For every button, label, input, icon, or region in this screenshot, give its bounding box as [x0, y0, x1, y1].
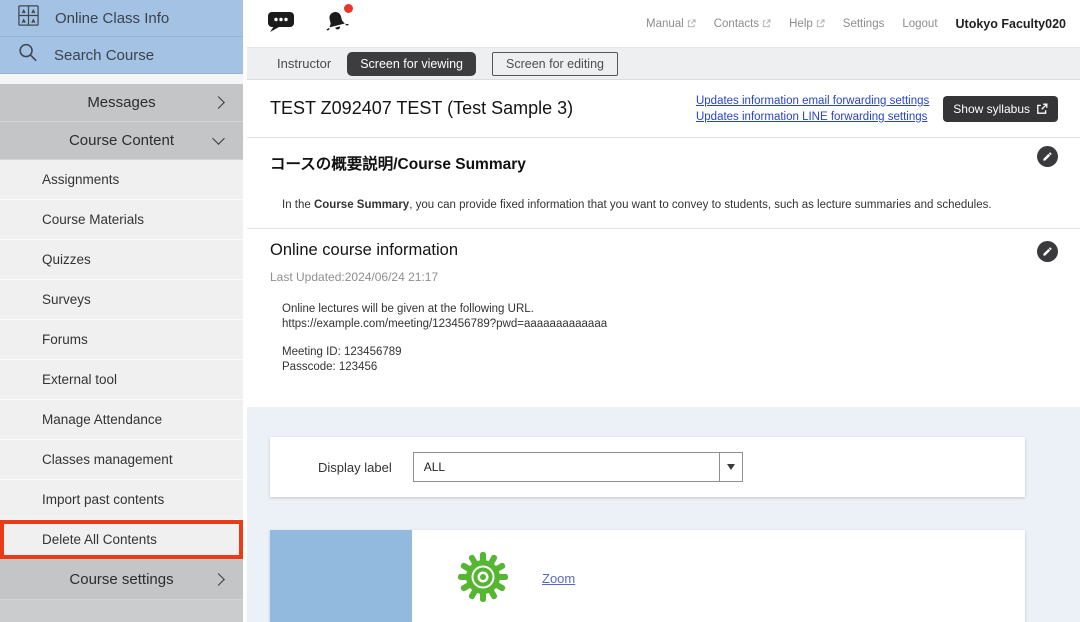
sidebar-item-quizzes[interactable]: Quizzes — [0, 240, 243, 280]
sidebar-item-label: Assignments — [42, 172, 119, 187]
timetable-icon — [16, 4, 41, 32]
zoom-link[interactable]: Zoom — [542, 571, 575, 586]
sidebar-item-label: Search Course — [54, 47, 154, 64]
user-name: Utokyo Faculty020 — [956, 17, 1066, 31]
nav-logout-link[interactable]: Logout — [902, 18, 937, 30]
passcode: Passcode: 123456 — [282, 360, 1052, 375]
sidebar-item-import-past-contents[interactable]: Import past contents — [0, 480, 243, 520]
display-label-select[interactable]: ALL — [413, 452, 743, 482]
sidebar-item-label: Import past contents — [42, 492, 164, 507]
meeting-id: Meeting ID: 123456789 — [282, 345, 1052, 360]
chevron-down-icon — [212, 132, 225, 145]
sidebar-item-course-settings[interactable]: Course settings — [0, 559, 243, 600]
show-syllabus-button[interactable]: Show syllabus — [943, 96, 1058, 122]
sidebar-item-label: External tool — [42, 372, 117, 387]
line-forwarding-settings-link[interactable]: Updates information LINE forwarding sett… — [696, 111, 929, 123]
screen-for-viewing-button[interactable]: Screen for viewing — [347, 52, 476, 76]
contents-list-area: Display label ALL — [247, 407, 1080, 622]
sidebar-item-course-content[interactable]: Course Content — [0, 122, 243, 160]
sidebar-item-label: Classes management — [42, 452, 173, 467]
external-link-icon — [687, 19, 696, 28]
search-icon — [16, 41, 40, 69]
info-line: Online lectures will be given at the fol… — [282, 302, 1052, 317]
external-link-icon — [816, 19, 825, 28]
sidebar-item-forums[interactable]: Forums — [0, 320, 243, 360]
top-header: Manual Contacts Help Settings Logout Uto… — [247, 0, 1080, 48]
pencil-icon — [1042, 246, 1053, 257]
meeting-url: https://example.com/meeting/123456789?pw… — [282, 317, 1052, 332]
sidebar-item-label: Course Materials — [42, 212, 144, 227]
course-title-row: TEST Z092407 TEST (Test Sample 3) Update… — [247, 80, 1080, 138]
online-course-info-heading: Online course information — [270, 241, 1052, 260]
online-course-info-section: Online course information Last Updated:2… — [247, 229, 1080, 406]
notification-bell-icon[interactable] — [323, 8, 350, 40]
sidebar-item-classes-management[interactable]: Classes management — [0, 440, 243, 480]
page-title: TEST Z092407 TEST (Test Sample 3) — [270, 98, 696, 119]
screen-for-editing-button[interactable]: Screen for editing — [492, 52, 618, 76]
sidebar-item-label: Messages — [87, 94, 155, 111]
sidebar-item-external-tool[interactable]: External tool — [0, 360, 243, 400]
sidebar-item-label: Online Class Info — [55, 10, 169, 27]
dropdown-arrow-button[interactable] — [719, 453, 742, 481]
sidebar-item-manage-attendance[interactable]: Manage Attendance — [0, 400, 243, 440]
pencil-icon — [1042, 151, 1053, 162]
edit-summary-button[interactable] — [1037, 146, 1058, 167]
sidebar-item-label: Manage Attendance — [42, 412, 162, 427]
sidebar-item-label: Course Content — [69, 132, 174, 149]
view-toolbar: Instructor Screen for viewing Screen for… — [247, 48, 1080, 80]
sidebar-footer — [0, 600, 243, 618]
sidebar-item-search-course[interactable]: Search Course — [0, 37, 243, 74]
online-course-info-body: Online lectures will be given at the fol… — [282, 302, 1052, 375]
sidebar-item-online-class-info[interactable]: Online Class Info — [0, 0, 243, 37]
show-syllabus-label: Show syllabus — [953, 102, 1030, 116]
sidebar-item-course-materials[interactable]: Course Materials — [0, 200, 243, 240]
chevron-right-icon — [212, 96, 225, 109]
nav-contacts-link[interactable]: Contacts — [714, 18, 771, 30]
main-content: TEST Z092407 TEST (Test Sample 3) Update… — [247, 80, 1080, 407]
nav-link-label: Help — [789, 18, 813, 30]
nav-settings-link[interactable]: Settings — [843, 18, 885, 30]
sidebar-item-label: Forums — [42, 332, 88, 347]
sidebar-item-messages[interactable]: Messages — [0, 84, 243, 122]
role-label: Instructor — [277, 56, 331, 71]
nav-link-label: Settings — [843, 18, 885, 30]
nav-link-label: Logout — [902, 18, 937, 30]
nav-link-label: Manual — [646, 18, 684, 30]
edit-online-info-button[interactable] — [1037, 241, 1058, 262]
nav-help-link[interactable]: Help — [789, 18, 825, 30]
display-label-selected-value: ALL — [414, 453, 742, 481]
content-thumbnail — [270, 530, 412, 622]
sidebar-divider — [0, 74, 243, 84]
external-tool-gear-icon — [457, 551, 509, 608]
sidebar-item-label: Delete All Contents — [42, 532, 157, 547]
sidebar-item-assignments[interactable]: Assignments — [0, 160, 243, 200]
header-nav: Manual Contacts Help Settings Logout Uto… — [646, 17, 1066, 31]
sidebar-item-label: Quizzes — [42, 252, 91, 267]
sidebar: Online Class Info Search Course Messages… — [0, 0, 243, 622]
email-forwarding-settings-link[interactable]: Updates information email forwarding set… — [696, 95, 929, 107]
notification-badge — [344, 4, 353, 13]
nav-link-label: Contacts — [714, 18, 759, 30]
nav-manual-link[interactable]: Manual — [646, 18, 696, 30]
display-label-text: Display label — [318, 460, 392, 475]
external-link-icon — [1036, 103, 1048, 115]
caret-down-icon — [727, 464, 735, 470]
chevron-right-icon — [212, 573, 225, 586]
content-row-card: Zoom — [270, 530, 1025, 622]
course-summary-section: コースの概要説明/Course Summary In the Course Su… — [247, 138, 1080, 229]
sidebar-item-delete-all-contents[interactable]: Delete All Contents — [0, 520, 243, 559]
sidebar-item-label: Surveys — [42, 292, 91, 307]
last-updated-text: Last Updated:2024/06/24 21:17 — [270, 270, 1052, 284]
messages-bubble-icon[interactable] — [267, 9, 295, 38]
course-summary-description: In the Course Summary, you can provide f… — [282, 198, 1052, 213]
external-link-icon — [762, 19, 771, 28]
forwarding-links: Updates information email forwarding set… — [696, 95, 929, 123]
display-label-card: Display label ALL — [270, 437, 1025, 497]
course-summary-heading: コースの概要説明/Course Summary — [270, 152, 1052, 174]
sidebar-item-label: Course settings — [69, 571, 173, 588]
sidebar-item-surveys[interactable]: Surveys — [0, 280, 243, 320]
